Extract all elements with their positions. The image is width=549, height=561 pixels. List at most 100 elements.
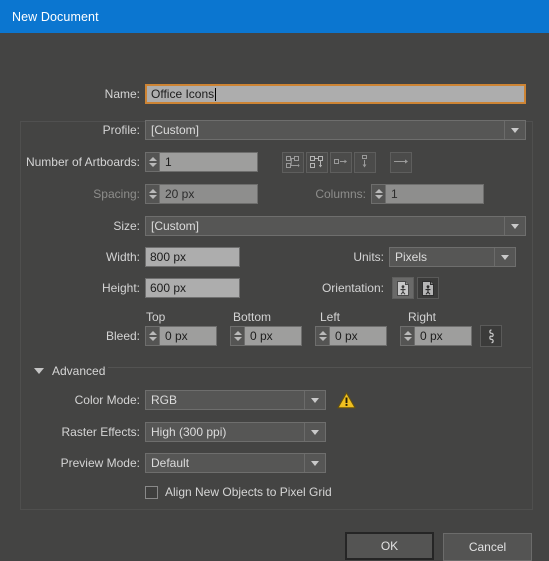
color-mode-warning — [337, 391, 356, 409]
stepper-up-icon[interactable] — [403, 331, 412, 335]
left-to-right-icon — [394, 159, 408, 164]
orientation-label: Orientation: — [321, 281, 384, 295]
color-mode-dropdown[interactable]: RGB — [145, 390, 326, 410]
columns-label: Columns: — [315, 187, 366, 201]
color-mode-label: Color Mode: — [74, 393, 140, 407]
number-of-artboards-value: 1 — [165, 155, 172, 169]
advanced-separator — [108, 367, 531, 368]
units-value: Pixels — [395, 250, 428, 264]
artboards-stepper[interactable] — [145, 152, 159, 172]
stepper-up-icon[interactable] — [148, 331, 157, 335]
cancel-button[interactable]: Cancel — [443, 533, 532, 561]
raster-effects-row: Raster Effects: High (300 ppi) — [0, 421, 533, 443]
grid-by-row-icon-button[interactable] — [282, 151, 304, 173]
stepper-up-icon[interactable] — [318, 331, 327, 335]
bleed-right-stepper[interactable] — [400, 326, 414, 346]
landscape-orientation-button[interactable] — [417, 277, 439, 299]
stepper-down-icon[interactable] — [148, 337, 157, 341]
raster-effects-label: Raster Effects: — [61, 425, 140, 439]
chevron-down-icon — [304, 454, 325, 472]
grid-by-column-icon-button[interactable] — [306, 151, 328, 173]
bleed-top-input[interactable]: 0 px — [159, 326, 217, 346]
bleed-right-value: 0 px — [420, 329, 443, 343]
bleed-top-label: Top — [146, 310, 166, 324]
name-label: Name: — [104, 87, 140, 101]
number-of-artboards-row: Number of Artboards: 1 — [0, 151, 533, 173]
height-label: Height: — [101, 281, 140, 295]
profile-dropdown[interactable]: [Custom] — [145, 120, 526, 140]
advanced-label: Advanced — [52, 364, 106, 378]
bleed-left-label: Left — [320, 310, 341, 324]
size-dropdown[interactable]: [Custom] — [145, 216, 526, 236]
spacing-stepper[interactable] — [145, 184, 159, 204]
width-value: 800 px — [150, 250, 187, 264]
advanced-disclosure[interactable]: Advanced — [34, 360, 105, 382]
stepper-up-icon[interactable] — [148, 157, 157, 161]
bleed-left-stepper[interactable] — [315, 326, 329, 346]
align-pixel-grid-row[interactable]: Align New Objects to Pixel Grid — [145, 481, 332, 503]
height-orientation-row: Height: 600 px Orientation: — [0, 277, 533, 299]
bleed-link-button[interactable] — [480, 325, 502, 347]
size-label: Size: — [113, 219, 140, 233]
bleed-left-input[interactable]: 0 px — [329, 326, 387, 346]
width-label: Width: — [105, 250, 140, 264]
bleed-top-stepper[interactable] — [145, 326, 159, 346]
name-row: Name: Office Icons — [0, 83, 533, 105]
stepper-down-icon[interactable] — [148, 163, 157, 167]
raster-effects-dropdown[interactable]: High (300 ppi) — [145, 422, 326, 442]
spacing-input[interactable]: 20 px — [159, 184, 258, 204]
portrait-orientation-button[interactable] — [392, 277, 414, 299]
dialog-title: New Document — [12, 9, 99, 24]
profile-row: Profile: [Custom] — [0, 119, 533, 141]
color-mode-value: RGB — [151, 393, 178, 407]
grid-by-column-icon — [310, 155, 323, 168]
preview-mode-value: Default — [151, 456, 190, 470]
stepper-down-icon[interactable] — [148, 195, 157, 199]
stepper-down-icon[interactable] — [403, 337, 412, 341]
height-value: 600 px — [150, 281, 187, 295]
spacing-value: 20 px — [165, 187, 195, 201]
chevron-down-icon — [494, 248, 515, 266]
size-value: [Custom] — [151, 219, 200, 233]
columns-stepper[interactable] — [371, 184, 385, 204]
warning-triangle-icon — [337, 391, 356, 408]
bleed-right-label: Right — [408, 310, 437, 324]
chevron-down-icon — [504, 121, 525, 139]
bleed-bottom-value: 0 px — [250, 329, 273, 343]
arrange-by-column-icon-button[interactable] — [354, 151, 376, 173]
bleed-right-input[interactable]: 0 px — [414, 326, 472, 346]
stepper-up-icon[interactable] — [233, 331, 242, 335]
bleed-label: Bleed: — [105, 329, 140, 343]
stepper-up-icon[interactable] — [374, 189, 383, 193]
units-dropdown[interactable]: Pixels — [389, 247, 516, 267]
align-pixel-grid-label: Align New Objects to Pixel Grid — [165, 485, 332, 499]
number-of-artboards-label: Number of Artboards: — [25, 155, 140, 169]
profile-label: Profile: — [102, 123, 140, 137]
stepper-down-icon[interactable] — [233, 337, 242, 341]
name-input[interactable]: Office Icons — [145, 84, 526, 104]
bleed-bottom-input[interactable]: 0 px — [244, 326, 302, 346]
link-chain-icon — [488, 328, 494, 343]
bleed-bottom-stepper[interactable] — [230, 326, 244, 346]
landscape-orientation-icon — [422, 280, 434, 296]
ok-button-label: OK — [380, 539, 399, 553]
height-input[interactable]: 600 px — [145, 278, 240, 298]
stepper-down-icon[interactable] — [318, 337, 327, 341]
left-to-right-icon-button[interactable] — [390, 151, 412, 173]
stepper-up-icon[interactable] — [148, 189, 157, 193]
stepper-down-icon[interactable] — [374, 195, 383, 199]
portrait-orientation-icon — [397, 280, 409, 296]
align-pixel-grid-checkbox[interactable] — [145, 485, 158, 499]
columns-input[interactable]: 1 — [385, 184, 484, 204]
chevron-down-icon — [34, 368, 44, 374]
arrange-by-column-icon — [362, 155, 367, 168]
bleed-row: Bleed: 0 px 0 px 0 px 0 px — [0, 325, 533, 347]
text-caret — [215, 87, 217, 101]
arrange-by-row-icon-button[interactable] — [330, 151, 352, 173]
units-label: Units: — [353, 250, 384, 264]
preview-mode-dropdown[interactable]: Default — [145, 453, 326, 473]
number-of-artboards-input[interactable]: 1 — [159, 152, 258, 172]
grid-by-row-icon — [286, 155, 300, 168]
chevron-down-icon — [304, 391, 325, 409]
width-input[interactable]: 800 px — [145, 247, 240, 267]
